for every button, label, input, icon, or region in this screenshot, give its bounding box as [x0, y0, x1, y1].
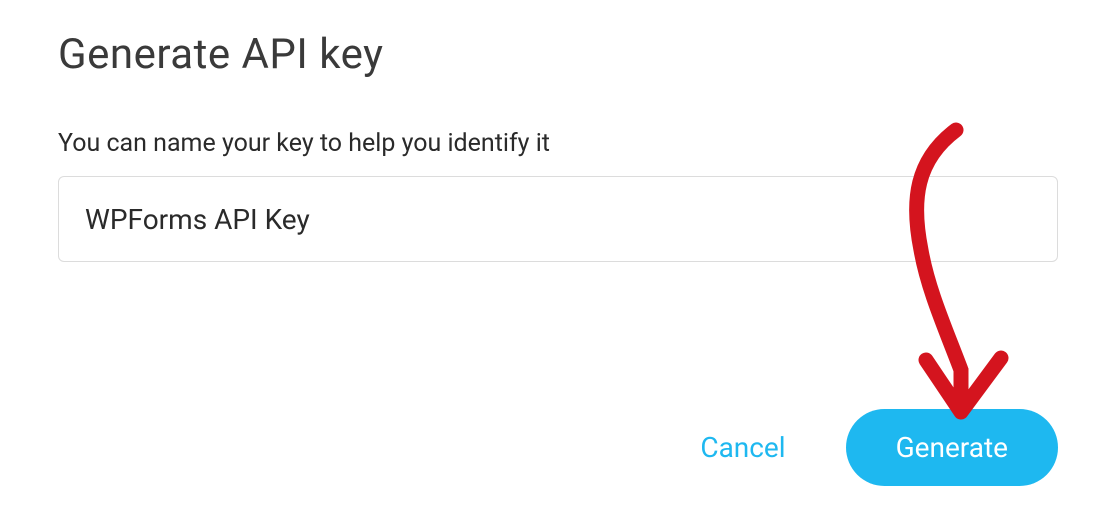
annotation-arrow-icon: [866, 120, 1046, 430]
cancel-button[interactable]: Cancel: [688, 423, 797, 472]
generate-button[interactable]: Generate: [846, 409, 1058, 486]
button-row: Cancel Generate: [688, 409, 1058, 486]
key-name-label: You can name your key to help you identi…: [58, 129, 1058, 158]
dialog-title: Generate API key: [58, 30, 1058, 79]
key-name-input[interactable]: [58, 176, 1058, 262]
